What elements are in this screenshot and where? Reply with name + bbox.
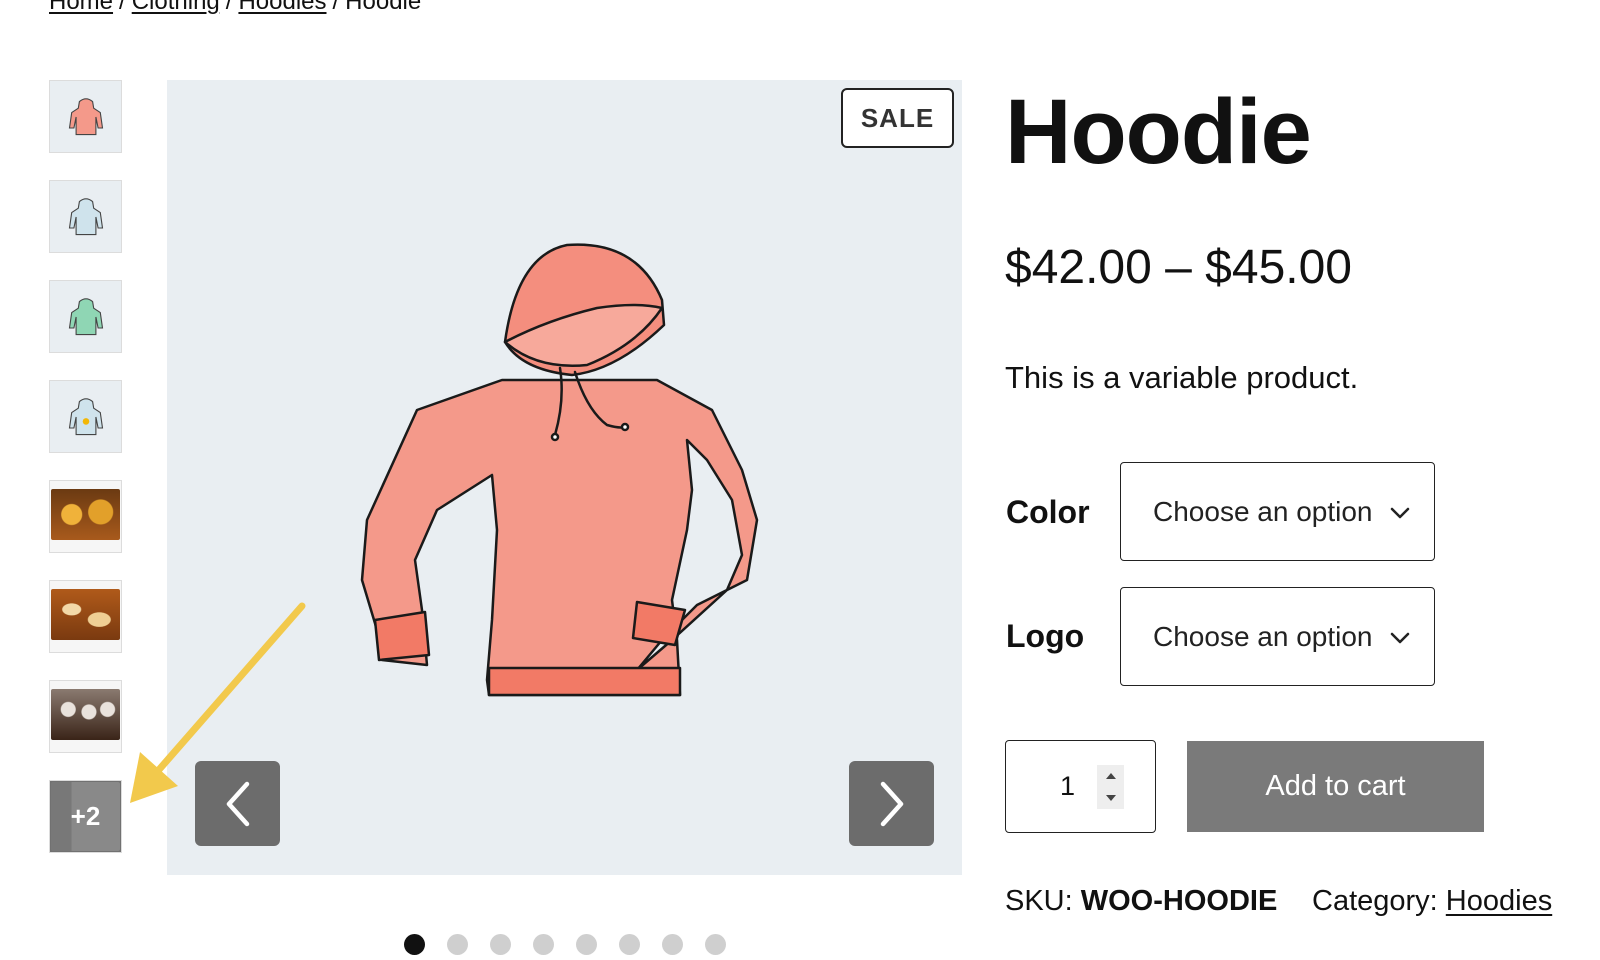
logo-select[interactable]: Choose an option [1120, 587, 1435, 686]
chevron-left-icon [226, 781, 249, 826]
thumbnail-list: +2 [49, 80, 124, 880]
product-short-description: This is a variable product. [1005, 360, 1359, 395]
breadcrumb-clothing[interactable]: Clothing [132, 0, 220, 15]
thumbnail-cupcakes-photo[interactable] [49, 680, 122, 753]
thumbnail-bread-photo[interactable] [49, 580, 122, 653]
breadcrumb-separator: / [119, 0, 126, 15]
logo-select-value: Choose an option [1153, 620, 1373, 652]
breadcrumb-separator: / [332, 0, 340, 15]
product-sku: SKU: WOO-HOODIE [1005, 885, 1277, 918]
thumbnail-hoodie-green[interactable] [49, 280, 122, 353]
color-select-value: Choose an option [1153, 495, 1373, 527]
product-price: $42.00 – $45.00 [1005, 241, 1352, 294]
quantity-stepper[interactable] [1097, 765, 1124, 809]
next-image-button[interactable] [849, 761, 934, 846]
hoodie-green-image [68, 297, 103, 335]
pagination-dot[interactable] [576, 934, 597, 955]
thumbnail-hoodie-blue[interactable] [49, 180, 122, 253]
breadcrumb-separator: / [225, 0, 233, 15]
category-label: Category: [1312, 885, 1438, 917]
hoodie-blue-image [68, 197, 103, 235]
pagination-dot[interactable] [705, 934, 726, 955]
pagination-dot[interactable] [490, 934, 511, 955]
thumbnail-room-photo[interactable]: +2 [49, 780, 122, 853]
sku-value: WOO-HOODIE [1080, 885, 1278, 917]
thumbnail-hoodie-with-logo[interactable] [49, 380, 122, 453]
product-category: Category: Hoodies [1312, 885, 1552, 918]
breadcrumb: Home / Clothing / Hoodies / Hoodie [49, 0, 421, 16]
pastry-photo-image [51, 489, 120, 540]
breadcrumb-current: Hoodie [345, 0, 422, 15]
sale-badge: SALE [841, 88, 954, 148]
color-select[interactable]: Choose an option [1120, 462, 1435, 561]
main-product-image: SALE [167, 80, 962, 875]
category-link[interactable]: Hoodies [1446, 885, 1552, 917]
pagination-dot[interactable] [533, 934, 554, 955]
sku-label: SKU: [1005, 885, 1073, 917]
hoodie-illustration [360, 243, 759, 697]
previous-image-button[interactable] [195, 761, 280, 846]
pagination-dot[interactable] [619, 934, 640, 955]
breadcrumb-hoodies[interactable]: Hoodies [238, 0, 326, 15]
breadcrumb-home[interactable]: Home [49, 0, 113, 15]
hoodie-red-image [68, 97, 103, 135]
thumbnail-hoodie-red[interactable] [49, 80, 122, 153]
quantity-value: 1 [1060, 771, 1076, 801]
color-label: Color [1006, 494, 1090, 530]
pagination-dot[interactable] [447, 934, 468, 955]
caret-up-icon[interactable] [1105, 772, 1117, 780]
thumbnail-pastry-photo[interactable] [49, 480, 122, 553]
more-images-count: +2 [50, 781, 121, 852]
add-to-cart-button[interactable]: Add to cart [1187, 741, 1484, 832]
logo-label: Logo [1006, 618, 1085, 654]
chevron-right-icon [880, 781, 903, 826]
quantity-input[interactable]: 1 [1005, 740, 1156, 833]
product-title: Hoodie [1005, 81, 1312, 183]
chevron-down-icon [1390, 632, 1410, 644]
chevron-down-icon [1390, 507, 1410, 519]
gallery-pagination [404, 934, 726, 955]
bread-photo-image [51, 589, 120, 640]
hoodie-logo-image [68, 397, 103, 435]
cupcakes-photo-image [51, 689, 120, 740]
caret-down-icon[interactable] [1105, 794, 1117, 802]
pagination-dot[interactable] [662, 934, 683, 955]
pagination-dot[interactable] [404, 934, 425, 955]
